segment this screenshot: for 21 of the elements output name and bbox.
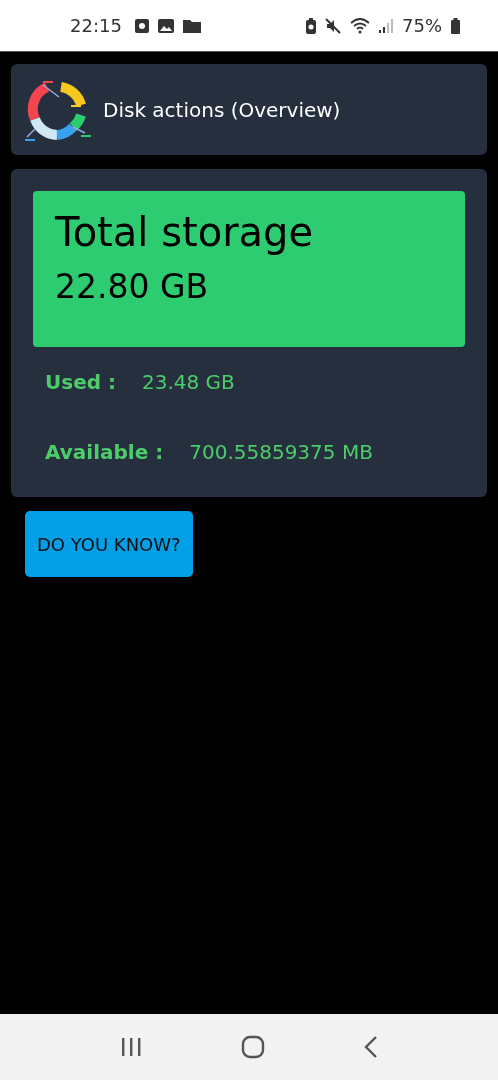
stat-label: Available : bbox=[45, 440, 164, 464]
image-icon bbox=[157, 18, 174, 33]
status-time: 22:15 bbox=[70, 15, 122, 36]
stat-value: 23.48 GB bbox=[142, 370, 235, 394]
home-icon[interactable] bbox=[241, 1035, 265, 1059]
folder-icon bbox=[182, 18, 201, 33]
do-you-know-button[interactable]: DO YOU KNOW? bbox=[25, 511, 193, 577]
battery-icon bbox=[451, 17, 460, 34]
wifi-icon bbox=[350, 17, 370, 34]
battery-saver-icon bbox=[306, 17, 316, 34]
app-title: Disk actions (Overview) bbox=[103, 97, 341, 122]
mute-icon bbox=[325, 17, 341, 34]
stat-value: 700.55859375 MB bbox=[189, 440, 373, 464]
stat-label: Used : bbox=[45, 370, 116, 394]
total-storage-title: Total storage bbox=[55, 209, 315, 255]
total-storage-value: 22.80 GB bbox=[55, 267, 210, 306]
notification-icon bbox=[134, 17, 149, 34]
battery-percent: 75% bbox=[402, 15, 442, 36]
recent-apps-icon[interactable] bbox=[119, 1037, 142, 1057]
back-icon[interactable] bbox=[364, 1036, 379, 1058]
signal-icon bbox=[379, 18, 393, 33]
